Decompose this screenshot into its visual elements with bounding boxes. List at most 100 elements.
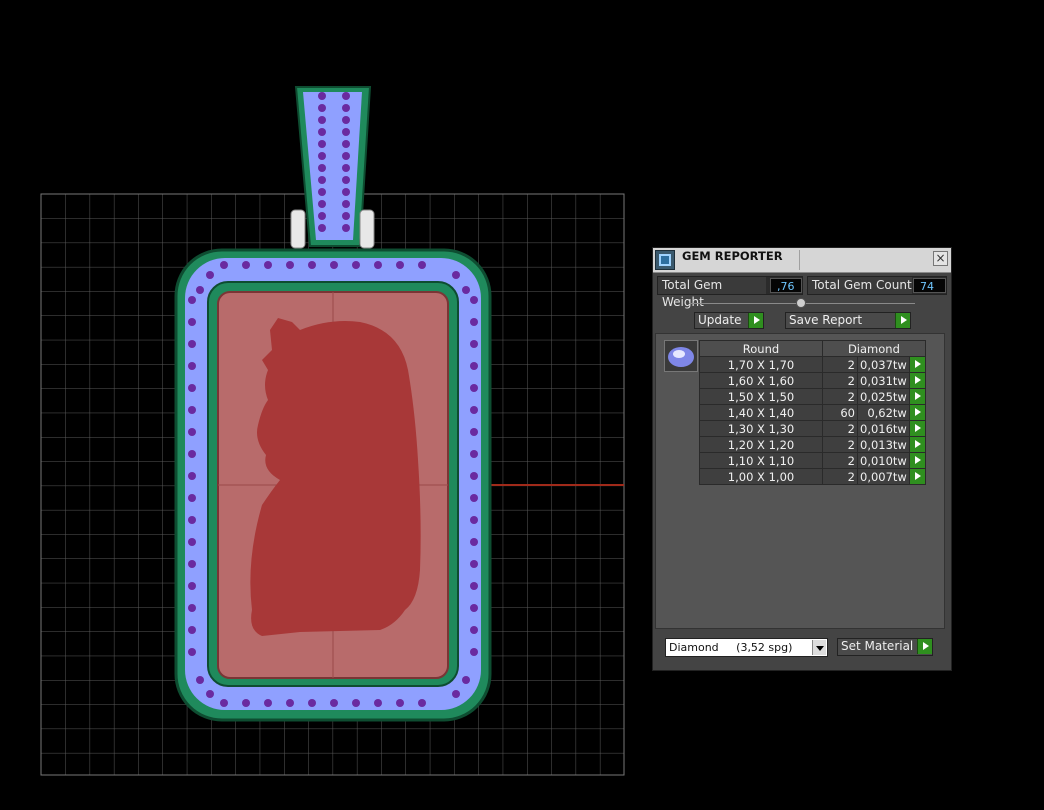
gem-stone (206, 271, 214, 279)
gem-stone (470, 494, 478, 502)
green-arrow-icon[interactable] (908, 372, 926, 389)
gem-stone (196, 676, 204, 684)
close-icon[interactable]: × (933, 251, 948, 266)
gem-stone (470, 604, 478, 612)
gem-stone (188, 340, 196, 348)
green-arrow-icon[interactable] (908, 436, 926, 453)
gem-weight-cell: 0,013tw (857, 436, 910, 453)
gem-stone (188, 648, 196, 656)
gem-stone (264, 261, 272, 269)
gem-stone (220, 261, 228, 269)
gem-stone (374, 261, 382, 269)
panel-titlebar[interactable]: GEM REPORTER × (653, 248, 951, 273)
green-arrow-icon[interactable] (908, 468, 926, 485)
update-button[interactable]: Update (694, 312, 764, 329)
gem-weight-cell: 0,016tw (857, 420, 910, 437)
total-gem-weight-box: Total Gem Weight ,76 (657, 276, 803, 309)
gem-weight-cell: 0,025tw (857, 388, 910, 405)
gem-stone (242, 261, 250, 269)
gem-size-cell: 1,50 X 1,50 (699, 388, 823, 405)
material-select[interactable]: Diamond (3,52 spg) (665, 638, 828, 657)
gem-stone (188, 516, 196, 524)
save-report-button-label: Save Report (789, 313, 863, 327)
gem-count-cell: 2 (822, 436, 858, 453)
gem-stone (374, 699, 382, 707)
gem-stone (188, 626, 196, 634)
gem-stone (352, 699, 360, 707)
gem-stone (470, 582, 478, 590)
table-row[interactable]: 1,30 X 1,30 2 0,016tw (699, 420, 926, 437)
set-material-button[interactable]: Set Material (837, 638, 933, 656)
gem-stone (418, 699, 426, 707)
gem-stone (188, 384, 196, 392)
gem-stone (470, 472, 478, 480)
gem-stone (318, 104, 326, 112)
gem-stone (196, 286, 204, 294)
title-separator (799, 250, 800, 270)
gem-stone (188, 318, 196, 326)
gem-stone (462, 286, 470, 294)
gem-stone (188, 560, 196, 568)
gem-stone (342, 200, 350, 208)
gem-stone (188, 450, 196, 458)
chevron-down-icon[interactable] (812, 640, 826, 655)
gem-stone (188, 406, 196, 414)
gem-stone (264, 699, 272, 707)
gem-weight-cell: 0,007tw (857, 468, 910, 485)
gem-weight-cell: 0,031tw (857, 372, 910, 389)
gem-weight-cell: 0,010tw (857, 452, 910, 469)
gem-stone (470, 318, 478, 326)
table-row[interactable]: 1,70 X 1,70 2 0,037tw (699, 356, 926, 373)
panel-title: GEM REPORTER (682, 249, 783, 263)
gem-stone (470, 516, 478, 524)
pendant-bail[interactable] (294, 86, 372, 247)
column-header-shape: Round (699, 340, 823, 357)
gem-stone (318, 224, 326, 232)
column-header-material: Diamond (822, 340, 926, 357)
material-select-value: Diamond (3,52 spg) (669, 641, 793, 654)
table-row[interactable]: 1,00 X 1,00 2 0,007tw (699, 468, 926, 485)
save-report-button[interactable]: Save Report (785, 312, 911, 329)
gem-size-cell: 1,60 X 1,60 (699, 372, 823, 389)
slider-handle[interactable] (796, 298, 806, 308)
gem-stone (470, 296, 478, 304)
gem-weight-cell: 0,62tw (857, 404, 910, 421)
table-row[interactable]: 1,50 X 1,50 2 0,025tw (699, 388, 926, 405)
green-arrow-icon[interactable] (908, 452, 926, 469)
set-material-button-label: Set Material (841, 639, 914, 653)
update-button-label: Update (698, 313, 742, 327)
gem-count-cell: 60 (822, 404, 858, 421)
gem-count-cell: 2 (822, 452, 858, 469)
gem-stone (470, 428, 478, 436)
gem-stone (318, 176, 326, 184)
green-arrow-icon[interactable] (908, 404, 926, 421)
green-arrow-icon[interactable] (908, 420, 926, 437)
gem-size-cell: 1,40 X 1,40 (699, 404, 823, 421)
gem-stone (286, 699, 294, 707)
gem-stone (318, 188, 326, 196)
gem-stone (342, 164, 350, 172)
gem-stone (470, 384, 478, 392)
total-gem-weight-value: ,76 (770, 278, 802, 293)
gem-stone (318, 200, 326, 208)
gem-stone (462, 676, 470, 684)
gem-stone (470, 340, 478, 348)
table-row[interactable]: 1,60 X 1,60 2 0,031tw (699, 372, 926, 389)
round-diamond-icon[interactable] (664, 340, 698, 372)
gem-stone (188, 604, 196, 612)
gem-stone (188, 428, 196, 436)
gem-stone (330, 699, 338, 707)
gem-stone (470, 626, 478, 634)
gem-stone (188, 582, 196, 590)
green-arrow-icon (895, 313, 910, 328)
table-row[interactable]: 1,40 X 1,40 60 0,62tw (699, 404, 926, 421)
gem-stone (342, 128, 350, 136)
gem-stone (242, 699, 250, 707)
green-arrow-icon[interactable] (908, 356, 926, 373)
gem-reporter-panel: GEM REPORTER × Total Gem Weight ,76 Tota… (652, 247, 952, 671)
gem-stone (342, 176, 350, 184)
gem-stone (396, 699, 404, 707)
table-row[interactable]: 1,10 X 1,10 2 0,010tw (699, 452, 926, 469)
table-row[interactable]: 1,20 X 1,20 2 0,013tw (699, 436, 926, 453)
green-arrow-icon[interactable] (908, 388, 926, 405)
